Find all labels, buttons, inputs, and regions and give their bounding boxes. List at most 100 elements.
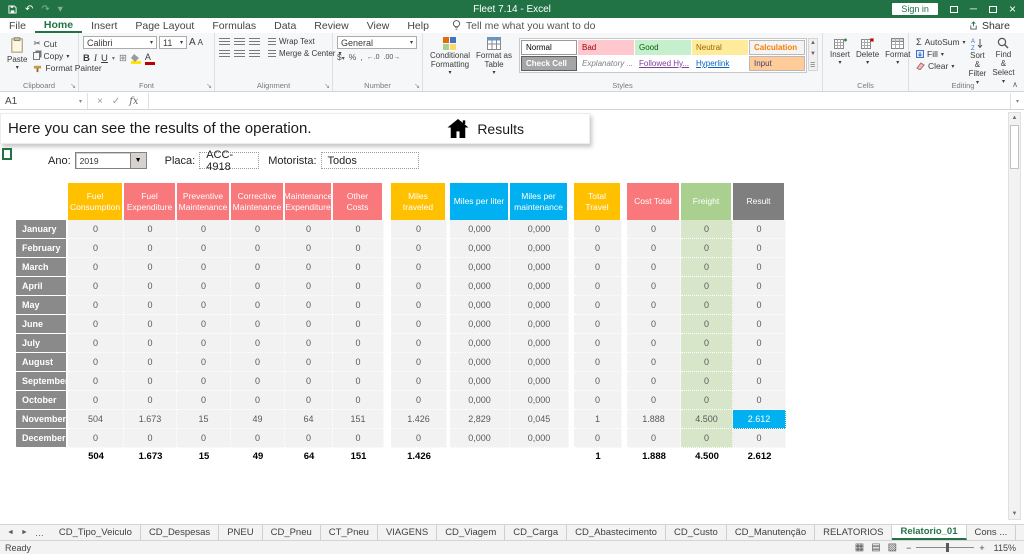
data-cell[interactable]: 0 — [681, 220, 733, 239]
year-dropdown-icon[interactable]: ▼ — [129, 153, 146, 168]
data-cell[interactable]: 0 — [177, 296, 231, 315]
data-cell[interactable]: 0 — [68, 372, 124, 391]
data-cell[interactable]: 0 — [68, 315, 124, 334]
data-cell[interactable]: 0 — [627, 353, 681, 372]
data-cell[interactable]: 0 — [391, 372, 447, 391]
tab-formulas[interactable]: Formulas — [203, 18, 265, 33]
data-cell[interactable]: 0 — [124, 220, 177, 239]
data-cell[interactable]: 0 — [231, 315, 285, 334]
paste-dropdown-icon[interactable]: ▾ — [16, 65, 19, 72]
data-cell[interactable]: 0 — [124, 353, 177, 372]
column-header[interactable]: Result — [733, 183, 786, 220]
delete-cells-button[interactable]: Delete ▾ — [853, 36, 882, 68]
month-label[interactable]: January — [16, 220, 68, 239]
style-explanatory[interactable]: Explanatory ... — [578, 56, 634, 71]
data-cell[interactable]: 0 — [681, 277, 733, 296]
month-label[interactable]: May — [16, 296, 68, 315]
data-cell[interactable]: 0 — [733, 372, 786, 391]
data-cell[interactable]: 0 — [574, 239, 622, 258]
data-cell[interactable]: 0,000 — [450, 429, 510, 448]
selected-cell-a1[interactable] — [2, 148, 12, 160]
data-cell[interactable]: 0 — [574, 391, 622, 410]
data-cell[interactable]: 64 — [285, 410, 333, 429]
month-label[interactable]: February — [16, 239, 68, 258]
data-cell[interactable]: 0 — [231, 277, 285, 296]
data-cell[interactable]: 0 — [231, 372, 285, 391]
fill-color-button[interactable] — [130, 53, 141, 64]
data-cell[interactable]: 0 — [574, 334, 622, 353]
data-cell[interactable]: 0 — [391, 334, 447, 353]
font-dialog-launcher-icon[interactable]: ↘ — [206, 82, 212, 90]
data-cell[interactable]: 0 — [627, 258, 681, 277]
sheet-nav-right-icon[interactable]: ► — [21, 529, 28, 536]
data-cell[interactable]: 0 — [333, 258, 384, 277]
restore-button[interactable] — [988, 5, 997, 13]
data-cell[interactable]: 0 — [231, 220, 285, 239]
decrease-decimal-button[interactable]: .00→ — [384, 54, 401, 61]
style-check-cell[interactable]: Check Cell — [521, 56, 577, 71]
sheet-tab[interactable]: CD_Despesas — [141, 525, 220, 540]
data-cell[interactable]: 0 — [124, 296, 177, 315]
column-header[interactable]: Miles traveled — [391, 183, 447, 220]
month-label[interactable]: September — [16, 372, 69, 391]
cancel-icon[interactable]: × — [97, 96, 103, 107]
data-cell[interactable]: 0 — [333, 239, 384, 258]
view-page-layout-icon[interactable]: ▤ — [871, 542, 880, 553]
align-right-icon[interactable] — [249, 49, 260, 58]
data-cell[interactable]: 0 — [627, 334, 681, 353]
data-cell[interactable]: 0 — [124, 277, 177, 296]
data-cell[interactable]: 0 — [285, 239, 333, 258]
month-label[interactable]: November — [16, 410, 68, 429]
column-header[interactable]: Maintenance Expenditure — [284, 183, 333, 220]
data-cell[interactable]: 0 — [391, 239, 447, 258]
gallery-down-icon[interactable]: ▼ — [810, 51, 816, 57]
column-header[interactable]: Preventive Maintenance — [177, 183, 231, 220]
data-cell[interactable]: 0,000 — [510, 277, 569, 296]
data-cell[interactable]: 1.673 — [124, 410, 177, 429]
insert-function-icon[interactable]: fx — [129, 96, 138, 107]
zoom-slider-thumb[interactable] — [946, 543, 950, 552]
data-cell[interactable]: 0,000 — [450, 296, 510, 315]
column-header[interactable]: Corrective Maintenance — [231, 183, 285, 220]
data-cell[interactable]: 0 — [285, 391, 333, 410]
tab-help[interactable]: Help — [398, 18, 438, 33]
data-cell[interactable]: 0 — [391, 220, 447, 239]
data-cell[interactable]: 0 — [733, 429, 786, 448]
redo-icon[interactable]: ↷ — [41, 4, 49, 15]
data-cell[interactable]: 0,000 — [510, 258, 569, 277]
data-cell[interactable]: 0,000 — [510, 220, 569, 239]
data-cell[interactable]: 0 — [177, 315, 231, 334]
data-cell[interactable]: 0 — [681, 315, 733, 334]
sheet-tab[interactable]: CD_Tipo_Veiculo — [51, 525, 141, 540]
data-cell[interactable]: 0 — [574, 315, 622, 334]
sheet-tab[interactable]: CD_Custo — [666, 525, 727, 540]
bold-button[interactable]: B — [83, 53, 90, 64]
align-top-icon[interactable] — [219, 37, 230, 46]
data-cell[interactable]: 0 — [627, 239, 681, 258]
data-cell[interactable]: 0 — [124, 334, 177, 353]
percent-style-button[interactable]: % — [349, 52, 357, 62]
data-cell[interactable]: 0 — [391, 429, 447, 448]
data-cell[interactable]: 0 — [177, 353, 231, 372]
data-cell[interactable]: 0 — [68, 353, 124, 372]
data-cell[interactable]: 0,000 — [510, 315, 569, 334]
data-cell[interactable]: 0 — [231, 258, 285, 277]
number-format-select[interactable]: General ▾ — [337, 36, 417, 49]
data-cell[interactable]: 0 — [574, 258, 622, 277]
data-cell[interactable]: 0 — [68, 258, 124, 277]
data-cell[interactable]: 0 — [733, 220, 786, 239]
data-cell[interactable]: 0 — [68, 296, 124, 315]
sheet-tab[interactable]: CD_Abastecimento — [567, 525, 666, 540]
data-cell[interactable]: 0 — [285, 220, 333, 239]
data-cell[interactable]: 0,000 — [450, 220, 510, 239]
clipboard-dialog-launcher-icon[interactable]: ↘ — [70, 82, 76, 90]
italic-button[interactable]: I — [94, 54, 97, 64]
data-cell[interactable]: 0 — [177, 239, 231, 258]
data-cell[interactable]: 0,000 — [510, 429, 569, 448]
results-badge[interactable]: Results — [446, 118, 524, 139]
align-center-icon[interactable] — [234, 49, 245, 58]
data-cell[interactable]: 0 — [285, 315, 333, 334]
data-cell[interactable]: 0 — [681, 258, 733, 277]
data-cell[interactable]: 0,000 — [510, 391, 569, 410]
data-cell[interactable]: 0 — [231, 334, 285, 353]
